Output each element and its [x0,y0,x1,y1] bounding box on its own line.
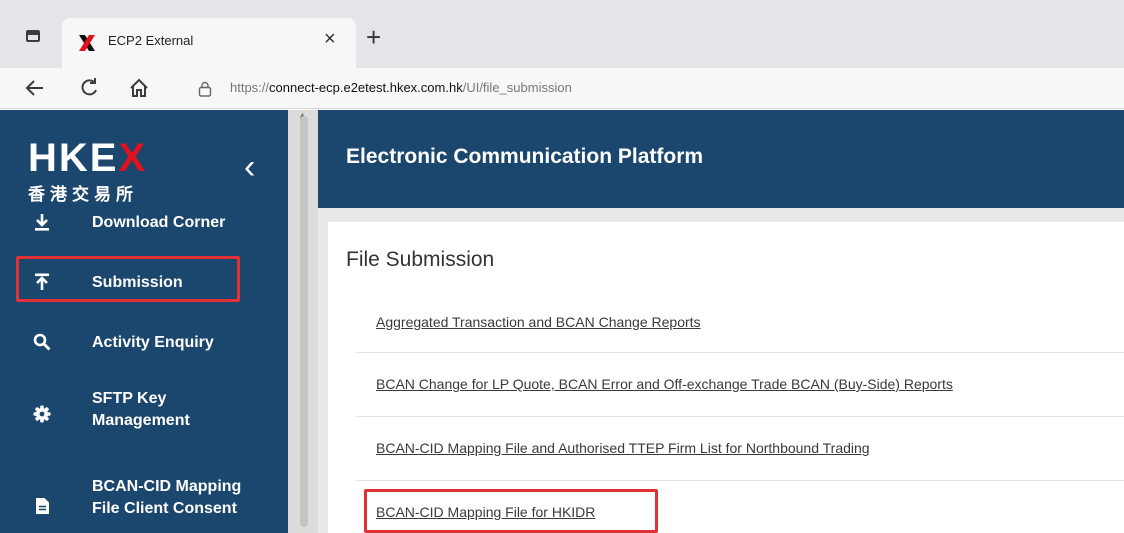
sidebar-item-label: Download Corner [92,214,226,231]
url-field[interactable]: https://connect-ecp.e2etest.hkex.com.hk/… [230,80,572,95]
page-title: File Submission [346,248,495,271]
url-host: connect-ecp.e2etest.hkex.com.hk [269,80,463,95]
document-icon [32,496,52,516]
submission-highlight-box [16,256,240,302]
reload-icon[interactable] [78,74,100,102]
link-bcan-cid-mapping-northbound[interactable]: BCAN-CID Mapping File and Authorised TTE… [376,440,870,456]
logo-text: HKE [28,136,119,180]
download-icon [32,212,52,232]
url-path: /UI/file_submission [462,80,572,95]
sidebar-item-label: BCAN-CID Mapping File Client Consent [92,478,242,517]
tab-strip-icon[interactable] [26,30,40,42]
back-icon[interactable] [24,74,46,102]
sidebar-item-bcan-cid-mapping-consent[interactable]: BCAN-CID Mapping File Client Consent [0,468,288,533]
row-divider [356,480,1124,481]
home-icon[interactable] [128,74,150,102]
sidebar-item-label: Activity Enquiry [92,334,214,351]
link-bcan-change-lp-quote-reports[interactable]: BCAN Change for LP Quote, BCAN Error and… [376,376,953,392]
url-prefix: https:// [230,80,270,95]
search-icon [32,332,52,352]
platform-title: Electronic Communication Platform [346,145,704,168]
browser-tab[interactable]: ECP2 External × [62,18,356,68]
row-divider [356,416,1124,417]
sidebar-item-sftp-key-management[interactable]: SFTP Key Management [0,380,288,450]
logo-x: X [118,136,148,180]
tab-close-button[interactable]: × [324,29,336,49]
sidebar-item-label: SFTP Key Management [92,390,190,429]
link-aggregated-transaction-reports[interactable]: Aggregated Transaction and BCAN Change R… [376,314,701,330]
sidebar-item-activity-enquiry[interactable]: Activity Enquiry [0,318,288,364]
favicon-icon [79,35,95,51]
gear-icon [32,404,52,424]
browser-tab-bar: ECP2 External × + [0,0,1124,68]
sidebar-collapse-button[interactable]: ‹ [244,150,255,184]
hkex-logo: HKEX 香港交易所 [28,138,147,205]
lock-icon[interactable] [198,81,212,97]
hkidr-link-highlight-box [364,489,658,533]
tab-title: ECP2 External [108,33,194,48]
row-divider [356,352,1124,353]
scrollbar-thumb[interactable] [300,116,308,527]
new-tab-button[interactable]: + [366,24,381,50]
sidebar-scrollbar[interactable]: ▲ [288,110,318,533]
sidebar-item-download-corner[interactable]: Download Corner [0,200,288,246]
address-bar: https://connect-ecp.e2etest.hkex.com.hk/… [0,68,1124,109]
